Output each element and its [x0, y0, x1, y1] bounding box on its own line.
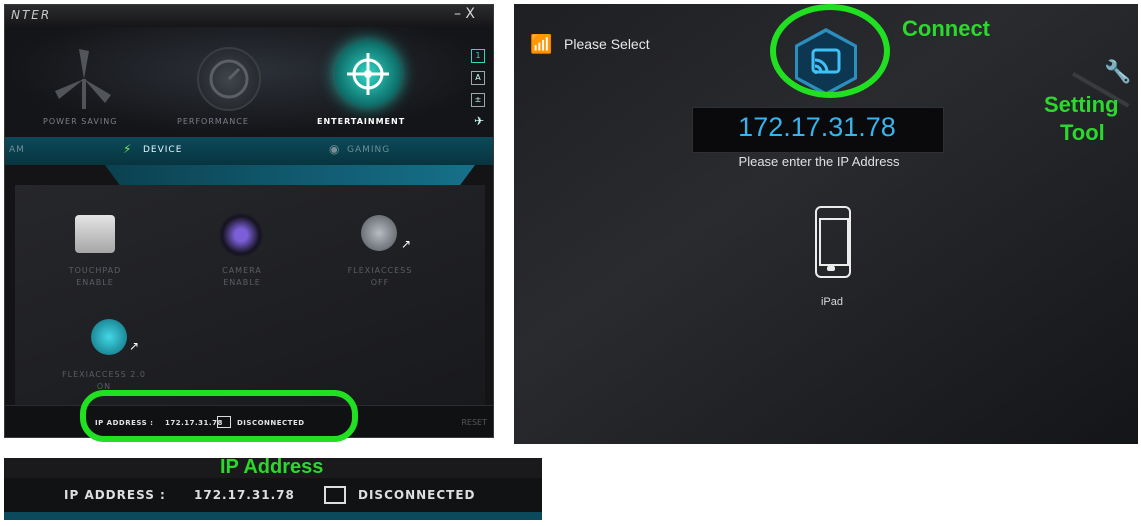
connect-annotation: Connect — [902, 16, 990, 41]
power-modes: POWER SAVING PERFORMANCE ENTERTAINMENT 1… — [5, 27, 493, 135]
flexiaccess-icon[interactable] — [361, 215, 397, 251]
control-center-window: NTER – X POWER SAVING PERFORMANCE ENTERT… — [4, 4, 494, 438]
app-title: NTER — [11, 8, 52, 22]
ip-prompt: Please enter the IP Address — [738, 154, 900, 169]
ip-address-value: 172.17.31.78 — [194, 488, 295, 502]
title-bar: NTER – X — [5, 5, 493, 27]
flexiaccess-label: FLEXIACCESS OFF — [347, 266, 413, 287]
reset-button[interactable]: RESET — [461, 418, 487, 427]
touchpad-label: TOUCHPAD ENABLE — [68, 266, 122, 287]
mode-label-power-saving: POWER SAVING — [43, 117, 118, 126]
ip-address-label: IP ADDRESS : — [64, 488, 166, 502]
ip-address-highlight-ring — [80, 390, 358, 442]
flexiaccess-2-icon[interactable] — [91, 319, 127, 355]
window-controls[interactable]: – X — [454, 6, 475, 22]
side-button-a[interactable]: A — [471, 71, 485, 85]
external-link-icon: ↗ — [401, 237, 412, 251]
cast-icon[interactable] — [324, 486, 346, 504]
performance-mode[interactable] — [197, 47, 261, 111]
gamepad-icon: ◉ — [329, 142, 340, 156]
mode-label-performance: PERFORMANCE — [177, 117, 249, 126]
tab-gaming[interactable]: GAMING — [347, 145, 390, 155]
touchpad-icon[interactable] — [75, 215, 115, 253]
tab-system[interactable]: AM — [9, 145, 25, 155]
mode-label-entertainment: ENTERTAINMENT — [317, 117, 406, 126]
connection-status: DISCONNECTED — [358, 488, 476, 502]
status-bar-accent — [4, 512, 542, 520]
tab-bar: AM ⚡ DEVICE ◉ GAMING — [5, 137, 493, 165]
fan-icon — [55, 49, 111, 109]
target-icon — [347, 53, 389, 95]
ip-address-annotation: IP Address — [220, 456, 324, 478]
plug-icon: ⚡ — [123, 142, 132, 156]
camera-icon[interactable] — [219, 213, 263, 257]
camera-label: CAMERA ENABLE — [222, 266, 262, 287]
device-grid: TOUCHPAD ENABLE CAMERA ENABLE ↗ FLEXIACCES… — [15, 185, 485, 405]
wifi-icon: 📶 — [530, 34, 553, 55]
entertainment-mode[interactable] — [335, 41, 401, 107]
ipad-screen — [819, 218, 849, 266]
wrench-icon[interactable]: 🔧 — [1104, 60, 1131, 85]
tool-annotation: Tool — [1060, 120, 1105, 145]
tab-accent — [105, 165, 475, 185]
device-label: iPad — [820, 296, 844, 308]
side-button-1[interactable]: 1 — [471, 49, 485, 63]
tab-device[interactable]: DEVICE — [143, 145, 182, 155]
external-link-icon: ↗ — [129, 339, 140, 353]
please-select-label: Please Select — [564, 36, 650, 52]
power-saving-mode[interactable] — [49, 45, 119, 113]
airplane-icon[interactable]: ✈ — [473, 115, 485, 127]
ip-address-input[interactable]: 172.17.31.78 — [692, 112, 942, 143]
setting-annotation: Setting — [1044, 92, 1119, 117]
side-button-plusminus[interactable]: ± — [471, 93, 485, 107]
connect-highlight-ring — [770, 4, 890, 98]
gauge-icon — [209, 59, 249, 99]
ipad-home-button — [827, 266, 835, 271]
